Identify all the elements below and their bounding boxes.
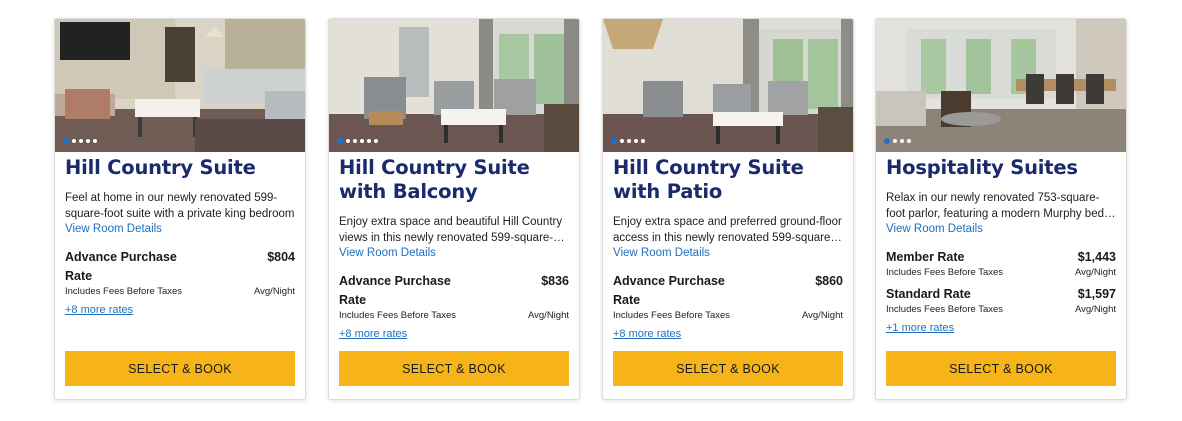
room-title: Hill Country Suite with Balcony (339, 156, 530, 203)
carousel-dot[interactable] (634, 139, 638, 143)
rate-fees-note: Includes Fees Before Taxes (886, 267, 1004, 278)
rate-price: $836 (541, 274, 569, 288)
rate-row: Advance Purchase Rate Includes Fees Befo… (65, 248, 295, 298)
room-card: Hill Country Suite Feel at home in our n… (54, 18, 306, 400)
carousel-dot[interactable] (884, 138, 890, 144)
rate-row: Member Rate Includes Fees Before Taxes $… (886, 248, 1116, 279)
view-room-details-link[interactable]: View Room Details (613, 246, 843, 260)
room-photo (329, 19, 579, 152)
carousel-dot[interactable] (63, 138, 69, 144)
rate-per-night: Avg/Night (1074, 267, 1116, 278)
room-title: Hill Country Suite (65, 156, 256, 179)
carousel-dots[interactable] (611, 138, 645, 144)
room-title: Hospitality Suites (886, 156, 1078, 179)
rate-fees-note: Includes Fees Before Taxes (886, 304, 1004, 315)
rate-price: $860 (815, 274, 843, 288)
room-description: Enjoy extra space and preferred ground-f… (613, 216, 842, 244)
carousel-dot[interactable] (337, 138, 343, 144)
carousel-dot[interactable] (86, 139, 90, 143)
carousel-dot[interactable] (900, 139, 904, 143)
rate-row: Standard Rate Includes Fees Before Taxes… (886, 285, 1116, 316)
rate-per-night: Avg/Night (1074, 304, 1116, 315)
room-photo-carousel[interactable] (329, 19, 579, 152)
room-card: Hill Country Suite with Patio Enjoy extr… (602, 18, 854, 400)
rate-price: $804 (267, 250, 295, 264)
rate-name: Advance Purchase Rate (65, 250, 177, 283)
carousel-dot[interactable] (893, 139, 897, 143)
more-rates-link[interactable]: +1 more rates (886, 322, 954, 334)
select-book-button[interactable]: SELECT & BOOK (339, 351, 569, 386)
carousel-dot[interactable] (374, 139, 378, 143)
carousel-dot[interactable] (627, 139, 631, 143)
room-description: Relax in our newly renovated 753-square-… (886, 192, 1108, 220)
more-rates-link[interactable]: +8 more rates (613, 328, 681, 340)
carousel-dot[interactable] (611, 138, 617, 144)
rate-per-night: Avg/Night (253, 286, 295, 297)
select-book-button[interactable]: SELECT & BOOK (886, 351, 1116, 386)
view-room-details-link[interactable]: View Room Details (339, 246, 569, 260)
room-cards: Hill Country Suite Feel at home in our n… (0, 0, 1182, 421)
carousel-dot[interactable] (79, 139, 83, 143)
carousel-dot[interactable] (360, 139, 364, 143)
carousel-dot[interactable] (367, 139, 371, 143)
rate-name: Advance Purchase Rate (613, 274, 725, 307)
carousel-dot[interactable] (353, 139, 357, 143)
rate-row: Advance Purchase Rate Includes Fees Befo… (339, 272, 569, 322)
rate-fees-note: Includes Fees Before Taxes (339, 310, 457, 321)
rate-fees-note: Includes Fees Before Taxes (65, 286, 183, 297)
rate-row: Advance Purchase Rate Includes Fees Befo… (613, 272, 843, 322)
select-book-button[interactable]: SELECT & BOOK (65, 351, 295, 386)
room-photo (55, 19, 305, 152)
room-card: Hospitality Suites Relax in our newly re… (875, 18, 1127, 400)
carousel-dots[interactable] (337, 138, 378, 144)
more-rates-link[interactable]: +8 more rates (339, 328, 407, 340)
room-photo-carousel[interactable] (603, 19, 853, 152)
rate-price: $1,443 (1077, 250, 1116, 264)
carousel-dot[interactable] (346, 139, 350, 143)
room-photo (603, 19, 853, 152)
rate-name: Member Rate (886, 250, 965, 264)
select-book-button[interactable]: SELECT & BOOK (613, 351, 843, 386)
rate-per-night: Avg/Night (801, 310, 843, 321)
carousel-dots[interactable] (63, 138, 97, 144)
rate-per-night: Avg/Night (527, 310, 569, 321)
room-description: Enjoy extra space and beautiful Hill Cou… (339, 216, 563, 244)
rate-name: Standard Rate (886, 287, 971, 301)
room-card: Hill Country Suite with Balcony Enjoy ex… (328, 18, 580, 400)
carousel-dot[interactable] (93, 139, 97, 143)
carousel-dot[interactable] (641, 139, 645, 143)
room-photo-carousel[interactable] (876, 19, 1126, 152)
carousel-dot[interactable] (620, 139, 624, 143)
rate-price: $1,597 (1077, 287, 1116, 301)
more-rates-link[interactable]: +8 more rates (65, 304, 133, 316)
carousel-dot[interactable] (72, 139, 76, 143)
room-photo-carousel[interactable] (55, 19, 305, 152)
rate-name: Advance Purchase Rate (339, 274, 451, 307)
room-description: Feel at home in our newly renovated 599-… (65, 192, 295, 220)
view-room-details-link[interactable]: View Room Details (65, 222, 295, 236)
room-photo (876, 19, 1126, 152)
carousel-dot[interactable] (907, 139, 911, 143)
rate-fees-note: Includes Fees Before Taxes (613, 310, 731, 321)
view-room-details-link[interactable]: View Room Details (886, 222, 1116, 236)
carousel-dots[interactable] (884, 138, 911, 144)
room-title: Hill Country Suite with Patio (613, 156, 804, 203)
